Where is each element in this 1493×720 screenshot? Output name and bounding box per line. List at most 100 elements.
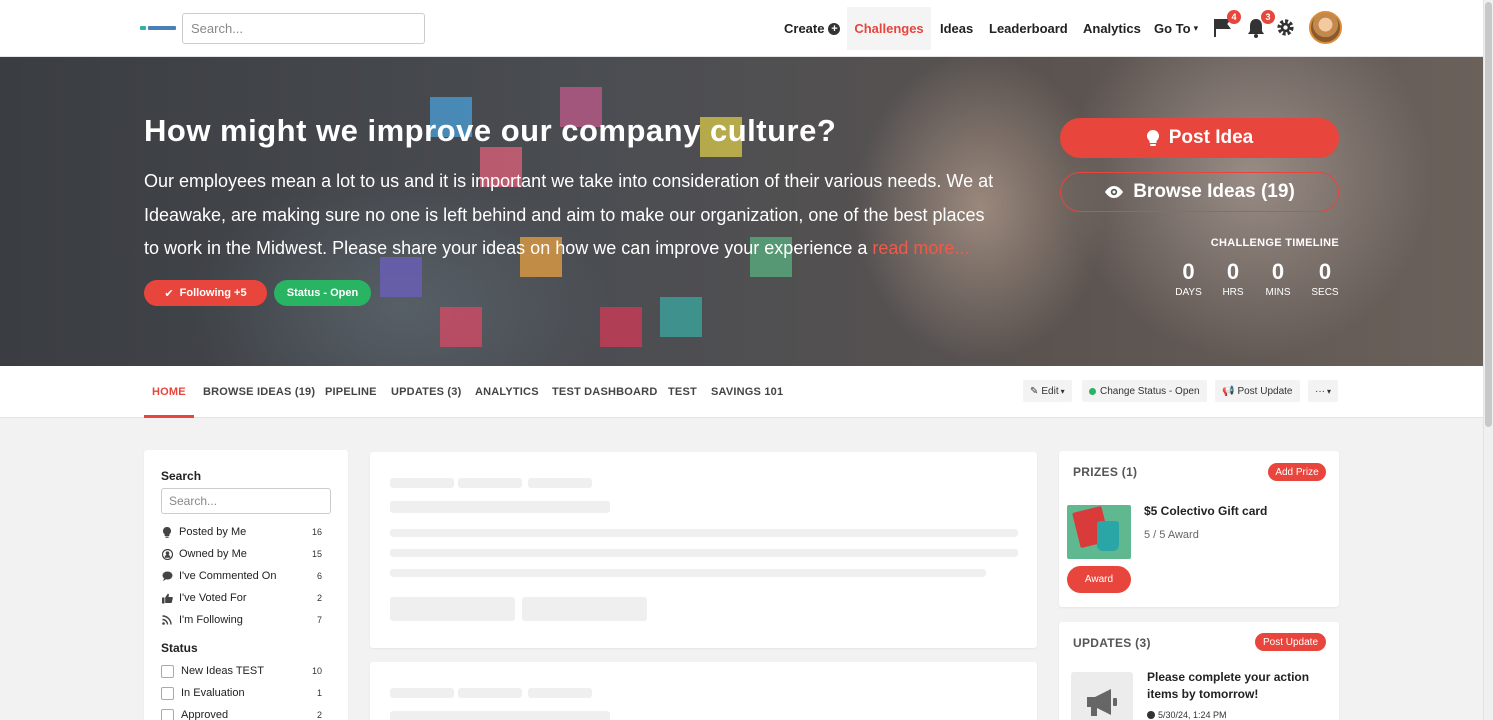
prizes-title: PRIZES (1) [1073, 465, 1138, 479]
add-prize-button[interactable]: Add Prize [1268, 463, 1326, 481]
status-filter-approved[interactable]: Approved 2 [161, 706, 322, 720]
challenge-timeline-title: CHALLENGE TIMELINE [1210, 237, 1339, 249]
timeline-seconds: 0 SECS [1311, 259, 1339, 298]
filter-owned-by-me[interactable]: Owned by Me 15 [161, 545, 322, 563]
updates-title: UPDATES (3) [1073, 636, 1151, 650]
tab-browse-ideas[interactable]: BROWSE IDEAS (19) [203, 366, 315, 418]
following-button[interactable]: ✔ Following +5 [144, 280, 267, 306]
checkbox[interactable] [161, 686, 174, 700]
tab-test-dashboard[interactable]: TEST DASHBOARD [552, 366, 657, 418]
skeleton-line [390, 688, 454, 698]
skeleton-line [390, 501, 610, 513]
status-dot-icon [1089, 387, 1096, 395]
scrollbar-thumb[interactable] [1485, 2, 1492, 427]
idea-card-skeleton [370, 452, 1037, 648]
status-badge[interactable]: Status - Open [274, 280, 371, 306]
checkbox[interactable] [161, 664, 174, 678]
clock-icon [1147, 711, 1155, 719]
bell-badge: 3 [1261, 10, 1275, 24]
more-options-dropdown[interactable]: ··· ▾ [1308, 380, 1339, 402]
edit-dropdown[interactable]: ✎ Edit ▾ [1023, 380, 1072, 402]
nav-challenges[interactable]: Challenges [847, 7, 931, 50]
post-update-button[interactable]: 📢 Post Update [1215, 380, 1300, 402]
post-update-small-button[interactable]: Post Update [1255, 633, 1326, 651]
skeleton-line [390, 711, 610, 720]
nav-goto-dropdown[interactable]: Go To ▾ [1154, 0, 1198, 57]
challenge-hero: How might we improve our company culture… [0, 57, 1483, 366]
page-scrollbar[interactable] [1483, 0, 1493, 720]
change-status-button[interactable]: Change Status - Open [1082, 380, 1207, 402]
timeline-minutes: 0 MINS [1265, 259, 1291, 298]
browse-ideas-button[interactable]: Browse Ideas (19) [1060, 172, 1339, 212]
sticky-note-decoration [660, 297, 702, 337]
plus-circle-icon: + [828, 22, 841, 35]
nav-analytics[interactable]: Analytics [1083, 0, 1141, 57]
checkbox[interactable] [161, 708, 174, 720]
sticky-note-decoration [440, 307, 482, 347]
flag-badge: 4 [1227, 10, 1241, 24]
lightbulb-icon [1146, 129, 1160, 147]
skeleton-line [390, 478, 454, 488]
filter-sidebar: Search Posted by Me16 Owned by Me15 I've… [144, 450, 348, 720]
tab-updates[interactable]: UPDATES (3) [391, 366, 461, 418]
chevron-down-icon: ▾ [1193, 23, 1199, 33]
comment-icon [161, 571, 173, 581]
prize-award-count: 5 / 5 Award [1144, 529, 1199, 541]
read-more-link[interactable]: read more... [872, 238, 969, 258]
tab-analytics[interactable]: ANALYTICS [475, 366, 539, 418]
post-idea-button[interactable]: Post Idea [1060, 118, 1339, 158]
timeline-hours: 0 HRS [1222, 259, 1244, 298]
sticky-note-decoration [600, 307, 642, 347]
filter-commented-on[interactable]: I've Commented On 6 [161, 567, 322, 585]
nav-create[interactable]: Create + [784, 0, 841, 57]
edit-icon: ✎ [1030, 385, 1039, 397]
update-title[interactable]: Please complete your action items by tom… [1147, 669, 1327, 703]
skeleton-line [528, 688, 592, 698]
filter-posted-by-me[interactable]: Posted by Me 16 [161, 523, 322, 541]
megaphone-icon [1071, 672, 1133, 720]
global-search-input[interactable] [182, 13, 425, 44]
skeleton-button [390, 597, 515, 621]
status-filter-in-evaluation[interactable]: In Evaluation 1 [161, 684, 322, 702]
users-icon [161, 548, 173, 560]
chevron-down-icon: ▾ [1060, 386, 1065, 396]
search-heading: Search [161, 469, 202, 483]
award-button[interactable]: Award [1067, 566, 1131, 593]
megaphone-icon: 📢 [1222, 385, 1235, 397]
nav-leaderboard[interactable]: Leaderboard [989, 0, 1068, 57]
challenge-title: How might we improve our company culture… [144, 113, 837, 148]
tab-savings-101[interactable]: SAVINGS 101 [711, 366, 783, 418]
gift-card-image [1067, 505, 1131, 559]
nav-ideas[interactable]: Ideas [940, 0, 973, 57]
check-icon: ✔ [164, 287, 174, 300]
rss-icon [161, 615, 173, 625]
idea-card-skeleton [370, 662, 1037, 720]
timeline-days: 0 DAYS [1175, 259, 1202, 298]
update-timestamp: 5/30/24, 1:24 PM [1147, 710, 1227, 720]
prizes-card: PRIZES (1) Add Prize $5 Colectivo Gift c… [1059, 451, 1339, 607]
ideawake-logo[interactable] [140, 24, 176, 32]
skeleton-line [458, 478, 522, 488]
thumbs-up-icon [161, 593, 173, 604]
filter-following[interactable]: I'm Following 7 [161, 611, 322, 629]
top-navbar: Create+ Challenges Ideas Leaderboard Ana… [0, 0, 1483, 57]
tab-pipeline[interactable]: PIPELINE [325, 366, 377, 418]
skeleton-line [390, 529, 1018, 537]
skeleton-line [458, 688, 522, 698]
gear-icon[interactable] [1276, 18, 1296, 38]
updates-card: UPDATES (3) Post Update Please complete … [1059, 622, 1339, 720]
tab-test[interactable]: TEST [668, 366, 697, 418]
sidebar-search-input[interactable] [161, 488, 331, 514]
bell-icon[interactable]: 3 [1247, 10, 1275, 38]
chevron-down-icon: ▾ [1327, 386, 1332, 396]
challenge-tabs: HOME BROWSE IDEAS (19) PIPELINE UPDATES … [0, 366, 1483, 418]
challenge-description: Our employees mean a lot to us and it is… [144, 171, 994, 258]
prize-name[interactable]: $5 Colectivo Gift card [1144, 504, 1267, 518]
filter-voted-for[interactable]: I've Voted For 2 [161, 589, 322, 607]
user-avatar[interactable] [1309, 11, 1342, 44]
tab-home[interactable]: HOME [144, 366, 194, 418]
flag-icon[interactable]: 4 [1213, 10, 1241, 38]
status-filter-new-ideas[interactable]: New Ideas TEST 10 [161, 662, 322, 680]
skeleton-button [522, 597, 647, 621]
status-heading: Status [161, 641, 198, 655]
